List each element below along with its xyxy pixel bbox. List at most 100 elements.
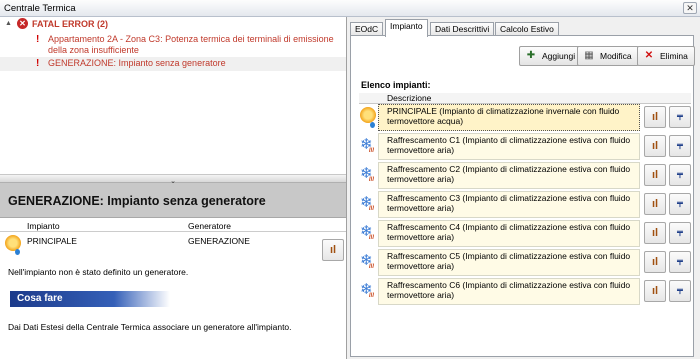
thermal-settings-button[interactable]: ıl	[644, 193, 666, 215]
tab-strip: EOdC Impianto Dati Descrittivi Calcolo E…	[350, 19, 700, 37]
close-button[interactable]: ✕	[683, 2, 697, 14]
error-message: Nell'impianto non è stato definito un ge…	[8, 267, 189, 277]
thermal-settings-button[interactable]: ıl	[644, 251, 666, 273]
thermal-settings-button[interactable]: ıl	[644, 164, 666, 186]
thermometer-icon: ıl	[651, 140, 659, 152]
detail-header: GENERAZIONE: Impianto senza generatore	[0, 183, 346, 218]
list-item[interactable]: ❄ /// Raffrescamento C2 (Impianto di cli…	[359, 162, 691, 189]
regulation-settings-button[interactable]: ⫧	[669, 280, 691, 302]
generator-settings-button[interactable]: ıl	[322, 239, 344, 261]
impianto-panel: ✚ Aggiungi ▦ Modifica ✕ Elimina Elenco i…	[350, 35, 695, 357]
todo-heading: Cosa fare	[10, 291, 170, 307]
regulation-settings-button[interactable]: ⫧	[669, 135, 691, 157]
thermometer-icon: ıl	[651, 169, 659, 181]
regulation-settings-button[interactable]: ⫧	[669, 193, 691, 215]
collapse-icon[interactable]: ▲	[5, 20, 12, 27]
sliders-icon: ⫧	[676, 256, 684, 268]
sliders-icon: ⫧	[676, 169, 684, 181]
list-item[interactable]: ❄ /// Raffrescamento C6 (Impianto di cli…	[359, 278, 691, 305]
list-item-text: Raffrescamento C2 (Impianto di climatizz…	[387, 164, 631, 184]
delete-label: Elimina	[660, 51, 688, 61]
thermometer-icon: ıl	[651, 227, 659, 239]
right-pane: EOdC Impianto Dati Descrittivi Calcolo E…	[348, 17, 700, 359]
error-icon: ✕	[17, 18, 28, 29]
detail-table-header: Impianto Generatore	[0, 221, 346, 232]
edit-label: Modifica	[600, 51, 632, 61]
list-item[interactable]: ❄ /// Raffrescamento C3 (Impianto di cli…	[359, 191, 691, 218]
thermal-settings-button[interactable]: ıl	[644, 106, 666, 128]
list-item-text: Raffrescamento C4 (Impianto di climatizz…	[387, 222, 631, 242]
regulation-settings-button[interactable]: ⫧	[669, 164, 691, 186]
thermal-settings-button[interactable]: ıl	[644, 135, 666, 157]
list-title: Elenco impianti:	[361, 80, 431, 90]
thermometer-icon: ıl	[651, 285, 659, 297]
edit-table-icon: ▦	[584, 50, 594, 61]
left-pane: ▲ ✕ FATAL ERROR (2) ! Appartamento 2A - …	[0, 17, 347, 359]
list-item-text: PRINCIPALE (Impianto di climatizzazione …	[387, 106, 620, 126]
list-item[interactable]: ❄ /// Raffrescamento C1 (Impianto di cli…	[359, 133, 691, 160]
sliders-icon: ⫧	[676, 140, 684, 152]
air-waves-icon: ///	[369, 293, 375, 299]
pane-splitter[interactable]: ⌄	[0, 174, 346, 185]
regulation-settings-button[interactable]: ⫧	[669, 106, 691, 128]
thermometer-icon: ıl	[651, 256, 659, 268]
list-item[interactable]: ❄ /// Raffrescamento C5 (Impianto di cli…	[359, 249, 691, 276]
list-header: Descrizione	[359, 93, 691, 104]
delete-button[interactable]: ✕ Elimina	[637, 46, 695, 66]
table-row[interactable]: PRINCIPALE GENERAZIONE ıl	[0, 233, 346, 267]
thermal-settings-button[interactable]: ıl	[644, 222, 666, 244]
tree-node-fatal[interactable]: ▲ ✕ FATAL ERROR (2)	[0, 18, 346, 31]
sliders-icon: ⫧	[676, 227, 684, 239]
column-header-impianto: Impianto	[27, 221, 60, 231]
tree-item-text: Appartamento 2A - Zona C3: Potenza termi…	[48, 34, 334, 55]
tree-item-error-selected[interactable]: ! GENERAZIONE: Impianto senza generatore	[0, 57, 346, 71]
thermometer-icon: ıl	[329, 244, 337, 256]
add-document-icon: ✚	[526, 50, 536, 61]
list-item[interactable]: ❄ /// Raffrescamento C4 (Impianto di cli…	[359, 220, 691, 247]
regulation-settings-button[interactable]: ⫧	[669, 251, 691, 273]
column-header-generatore: Generatore	[188, 221, 231, 231]
tab-calcolo-estivo[interactable]: Calcolo Estivo	[495, 22, 559, 36]
sliders-icon: ⫧	[676, 285, 684, 297]
list-item-text: Raffrescamento C3 (Impianto di climatizz…	[387, 193, 631, 213]
todo-title: Cosa fare	[17, 293, 63, 304]
generatore-value: GENERAZIONE	[188, 236, 250, 246]
air-waves-icon: ///	[369, 206, 375, 212]
list-item-text: Raffrescamento C1 (Impianto di climatizz…	[387, 135, 631, 155]
thermal-settings-button[interactable]: ıl	[644, 280, 666, 302]
add-label: Aggiungi	[542, 51, 576, 61]
error-tree: ▲ ✕ FATAL ERROR (2) ! Appartamento 2A - …	[0, 17, 346, 174]
tree-item-text: GENERAZIONE: Impianto senza generatore	[48, 58, 226, 68]
fatal-error-label: FATAL ERROR (2)	[32, 19, 108, 29]
air-waves-icon: ///	[369, 177, 375, 183]
delete-icon: ✕	[644, 50, 654, 61]
water-drop-icon	[370, 122, 375, 128]
title-bar: Centrale Termica ✕	[0, 0, 700, 17]
thermometer-icon: ıl	[651, 111, 659, 123]
air-waves-icon: ///	[369, 264, 375, 270]
edit-button[interactable]: ▦ Modifica	[577, 46, 639, 66]
tab-impianto[interactable]: Impianto	[385, 19, 428, 37]
column-header-descrizione: Descrizione	[387, 93, 432, 103]
tab-eodc[interactable]: EOdC	[350, 22, 384, 36]
list-item[interactable]: PRINCIPALE (Impianto di climatizzazione …	[359, 104, 691, 131]
water-drop-icon	[15, 249, 20, 255]
air-waves-icon: ///	[369, 148, 375, 154]
thermometer-icon: ıl	[651, 198, 659, 210]
tab-dati-descrittivi[interactable]: Dati Descrittivi	[430, 22, 495, 36]
todo-hint: Dai Dati Estesi della Centrale Termica a…	[8, 322, 292, 332]
sliders-icon: ⫧	[676, 111, 684, 123]
warning-icon: !	[36, 58, 40, 69]
list-item-text: Raffrescamento C6 (Impianto di climatizz…	[387, 280, 631, 300]
sun-icon	[360, 107, 376, 123]
regulation-settings-button[interactable]: ⫧	[669, 222, 691, 244]
tree-item-error[interactable]: ! Appartamento 2A - Zona C3: Potenza ter…	[0, 33, 346, 59]
add-button[interactable]: ✚ Aggiungi	[519, 46, 583, 66]
sliders-icon: ⫧	[676, 198, 684, 210]
window-title: Centrale Termica	[4, 3, 76, 14]
warning-icon: !	[36, 34, 40, 45]
impianto-value: PRINCIPALE	[27, 236, 77, 246]
detail-title: GENERAZIONE: Impianto senza generatore	[8, 194, 266, 208]
list-item-text: Raffrescamento C5 (Impianto di climatizz…	[387, 251, 631, 271]
air-waves-icon: ///	[369, 235, 375, 241]
